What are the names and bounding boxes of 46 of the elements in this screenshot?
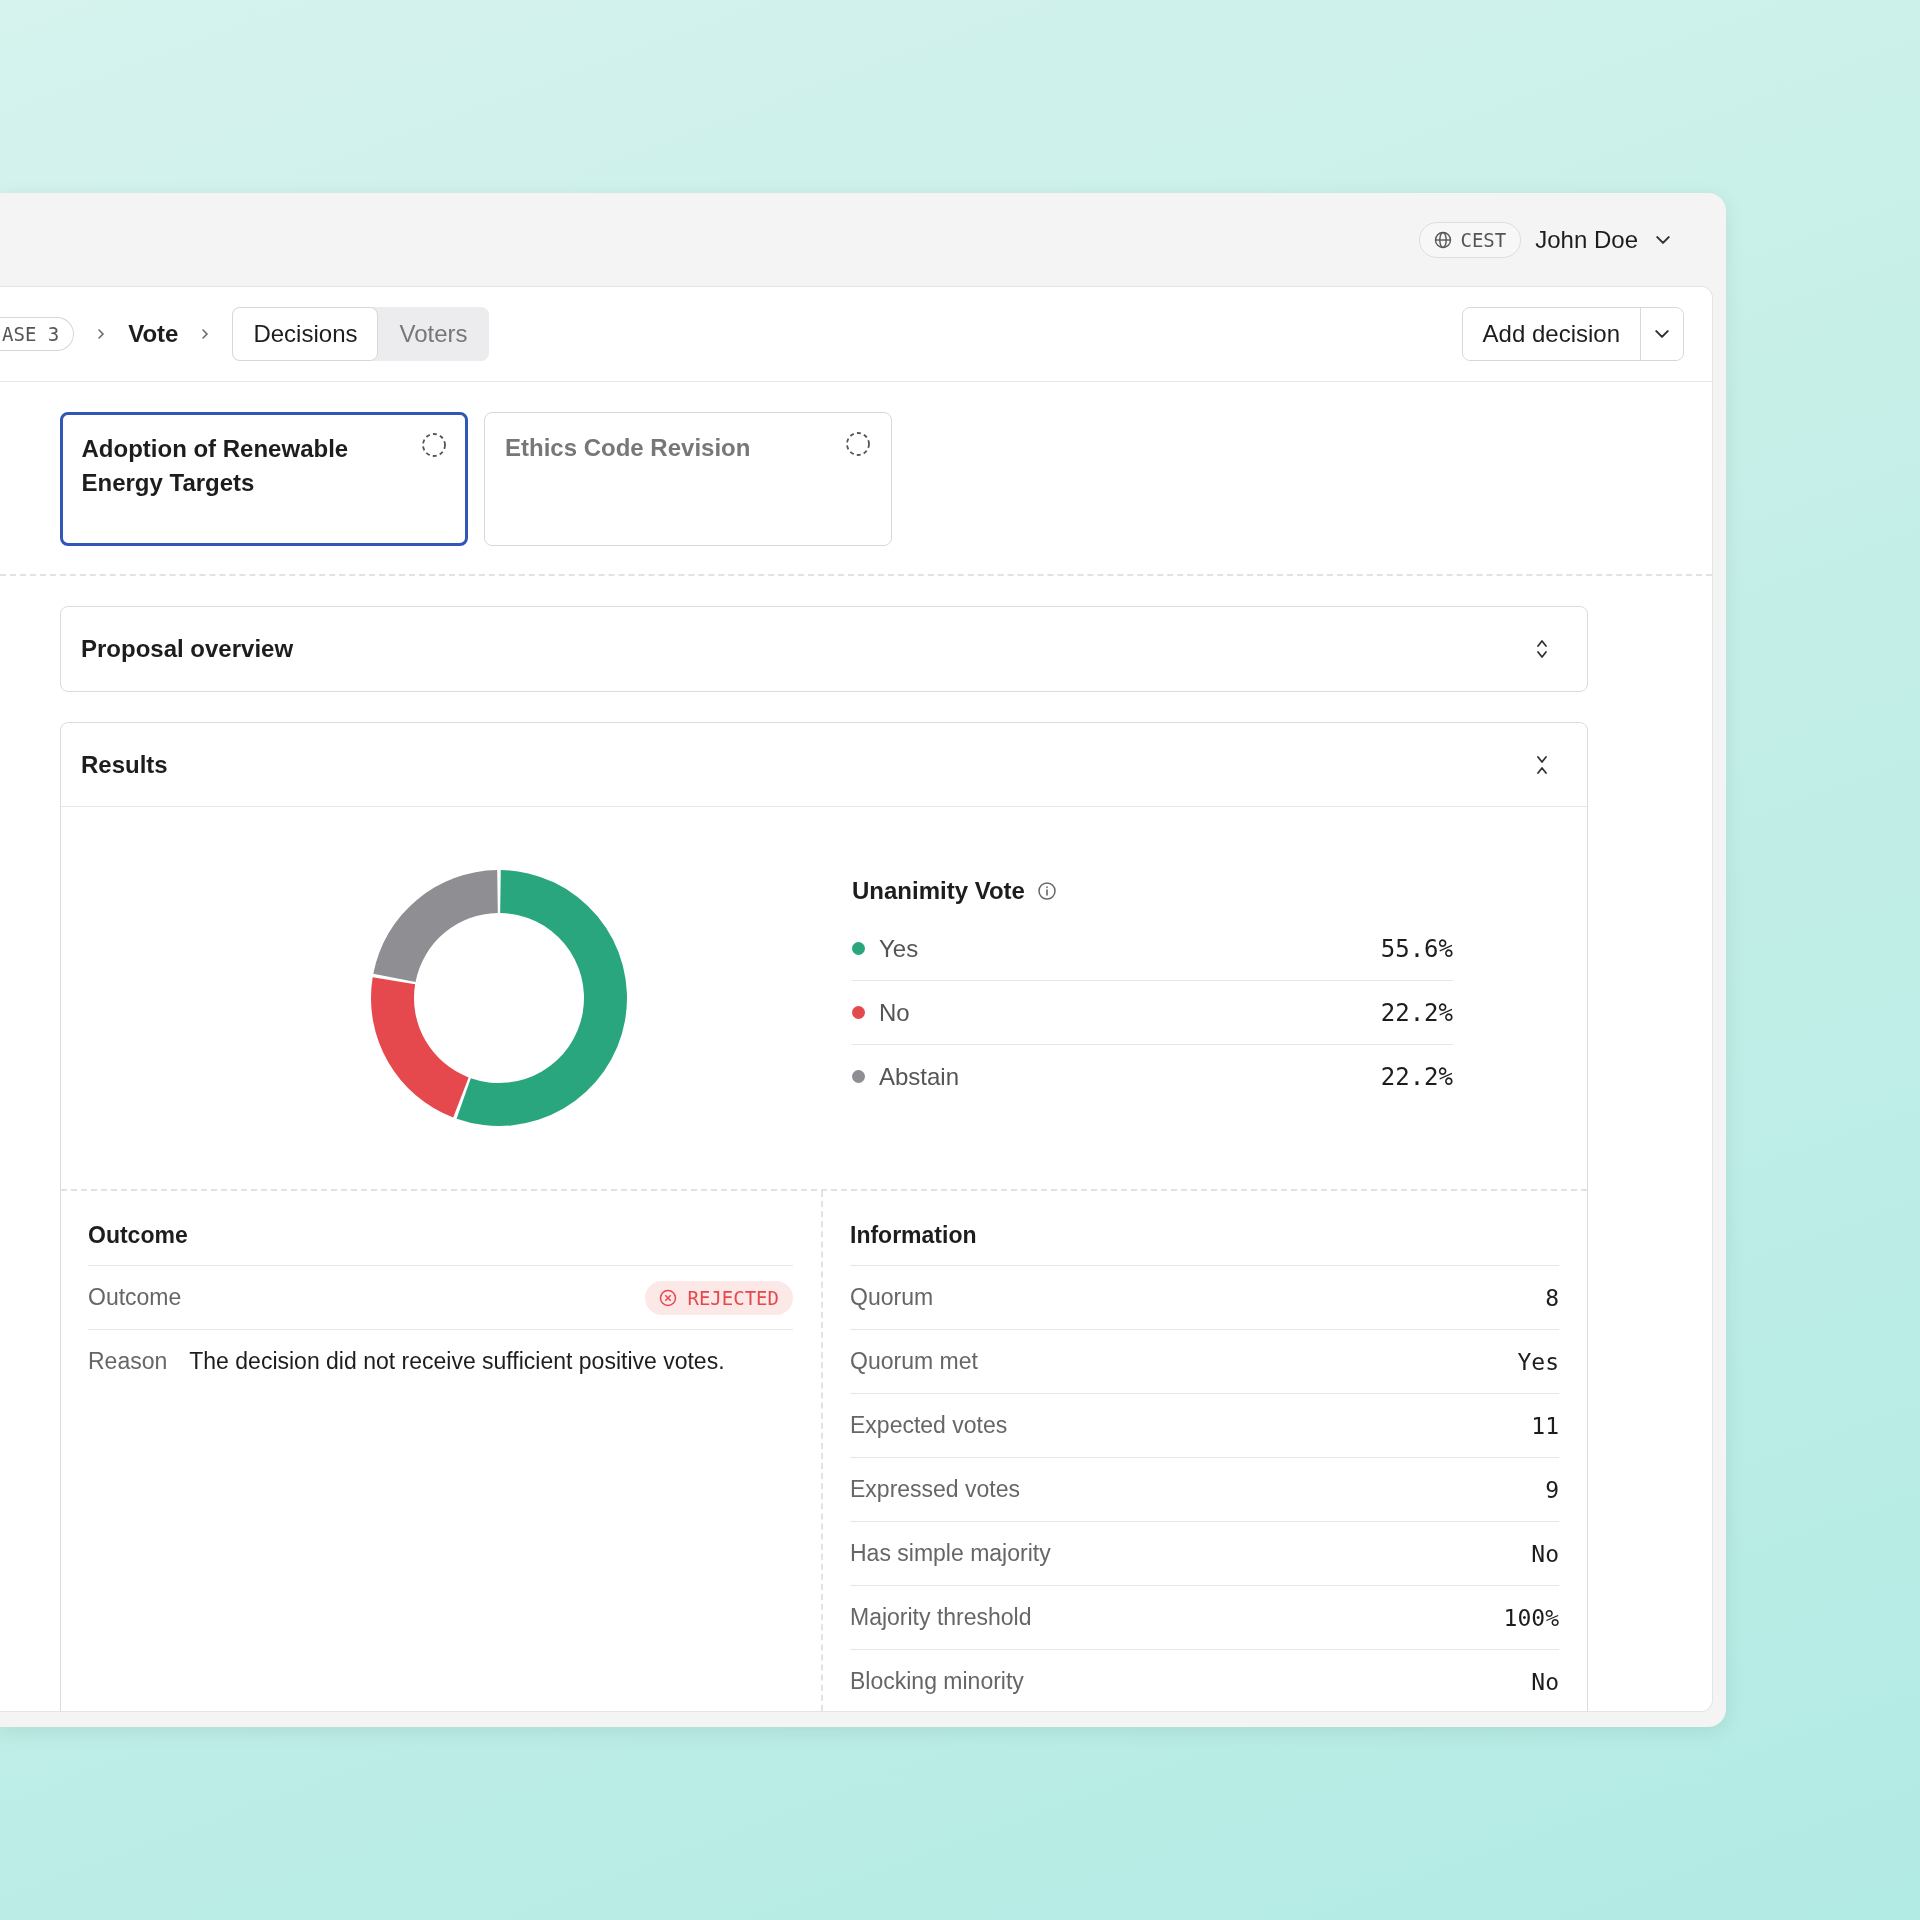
user-menu[interactable]: John Doe [1535,225,1670,254]
field-label: Expressed votes [850,1476,1021,1503]
legend-value: 55.6% [1380,934,1453,963]
chevron-right-icon [96,327,107,341]
chevron-down-icon [1656,235,1670,244]
field-label: Majority threshold [850,1604,1032,1631]
field-label: Reason [88,1348,168,1375]
field-value: Yes [1517,1348,1559,1375]
legend-label: Abstain [879,1062,960,1091]
legend-label: No [879,998,910,1027]
field-value: 11 [1531,1412,1559,1439]
cross-circle-icon [659,1288,678,1307]
info-icon[interactable] [1036,881,1057,901]
section-header[interactable]: Proposal overview [61,607,1587,691]
timezone-badge[interactable]: CEST [1419,221,1522,258]
legend-value: 22.2% [1380,998,1453,1027]
field-value: No [1531,1668,1559,1695]
field-label: Expected votes [850,1412,1008,1439]
tab[interactable]: Decisions [232,307,379,361]
field-label: Outcome [88,1284,182,1311]
field-value: 9 [1545,1476,1559,1503]
globe-icon [1434,230,1453,249]
reason-text: The decision did not receive sufficient positive votes. [189,1348,725,1375]
field-value: 8 [1545,1284,1559,1311]
field-label: Quorum met [850,1348,978,1375]
field-label: Quorum [850,1284,934,1311]
outcome-heading: Outcome [88,1221,188,1249]
legend-label: Yes [879,934,919,963]
breadcrumb-current: Vote [128,320,179,348]
field-label: Has simple majority [850,1540,1051,1567]
section-header[interactable]: Results [61,723,1587,807]
information-heading: Information [850,1221,977,1249]
chevron-right-icon [200,327,211,341]
dashed-circle-icon [845,431,871,457]
tab[interactable]: Voters [378,307,489,361]
status-badge: REJECTED [645,1280,793,1315]
dashed-circle-icon [420,431,447,458]
field-value: No [1531,1540,1559,1567]
timezone-label: CEST [1460,228,1507,251]
legend-value: 22.2% [1380,1062,1453,1091]
vote-title: Unanimity Vote [852,877,1025,905]
decision-card[interactable]: Adoption of Renewable Energy Targets [60,412,468,546]
field-label: Blocking minority [850,1668,1024,1695]
chevron-down-icon [1655,330,1669,338]
field-value: 100% [1503,1604,1559,1631]
decision-card[interactable]: Ethics Code Revision [484,412,892,546]
